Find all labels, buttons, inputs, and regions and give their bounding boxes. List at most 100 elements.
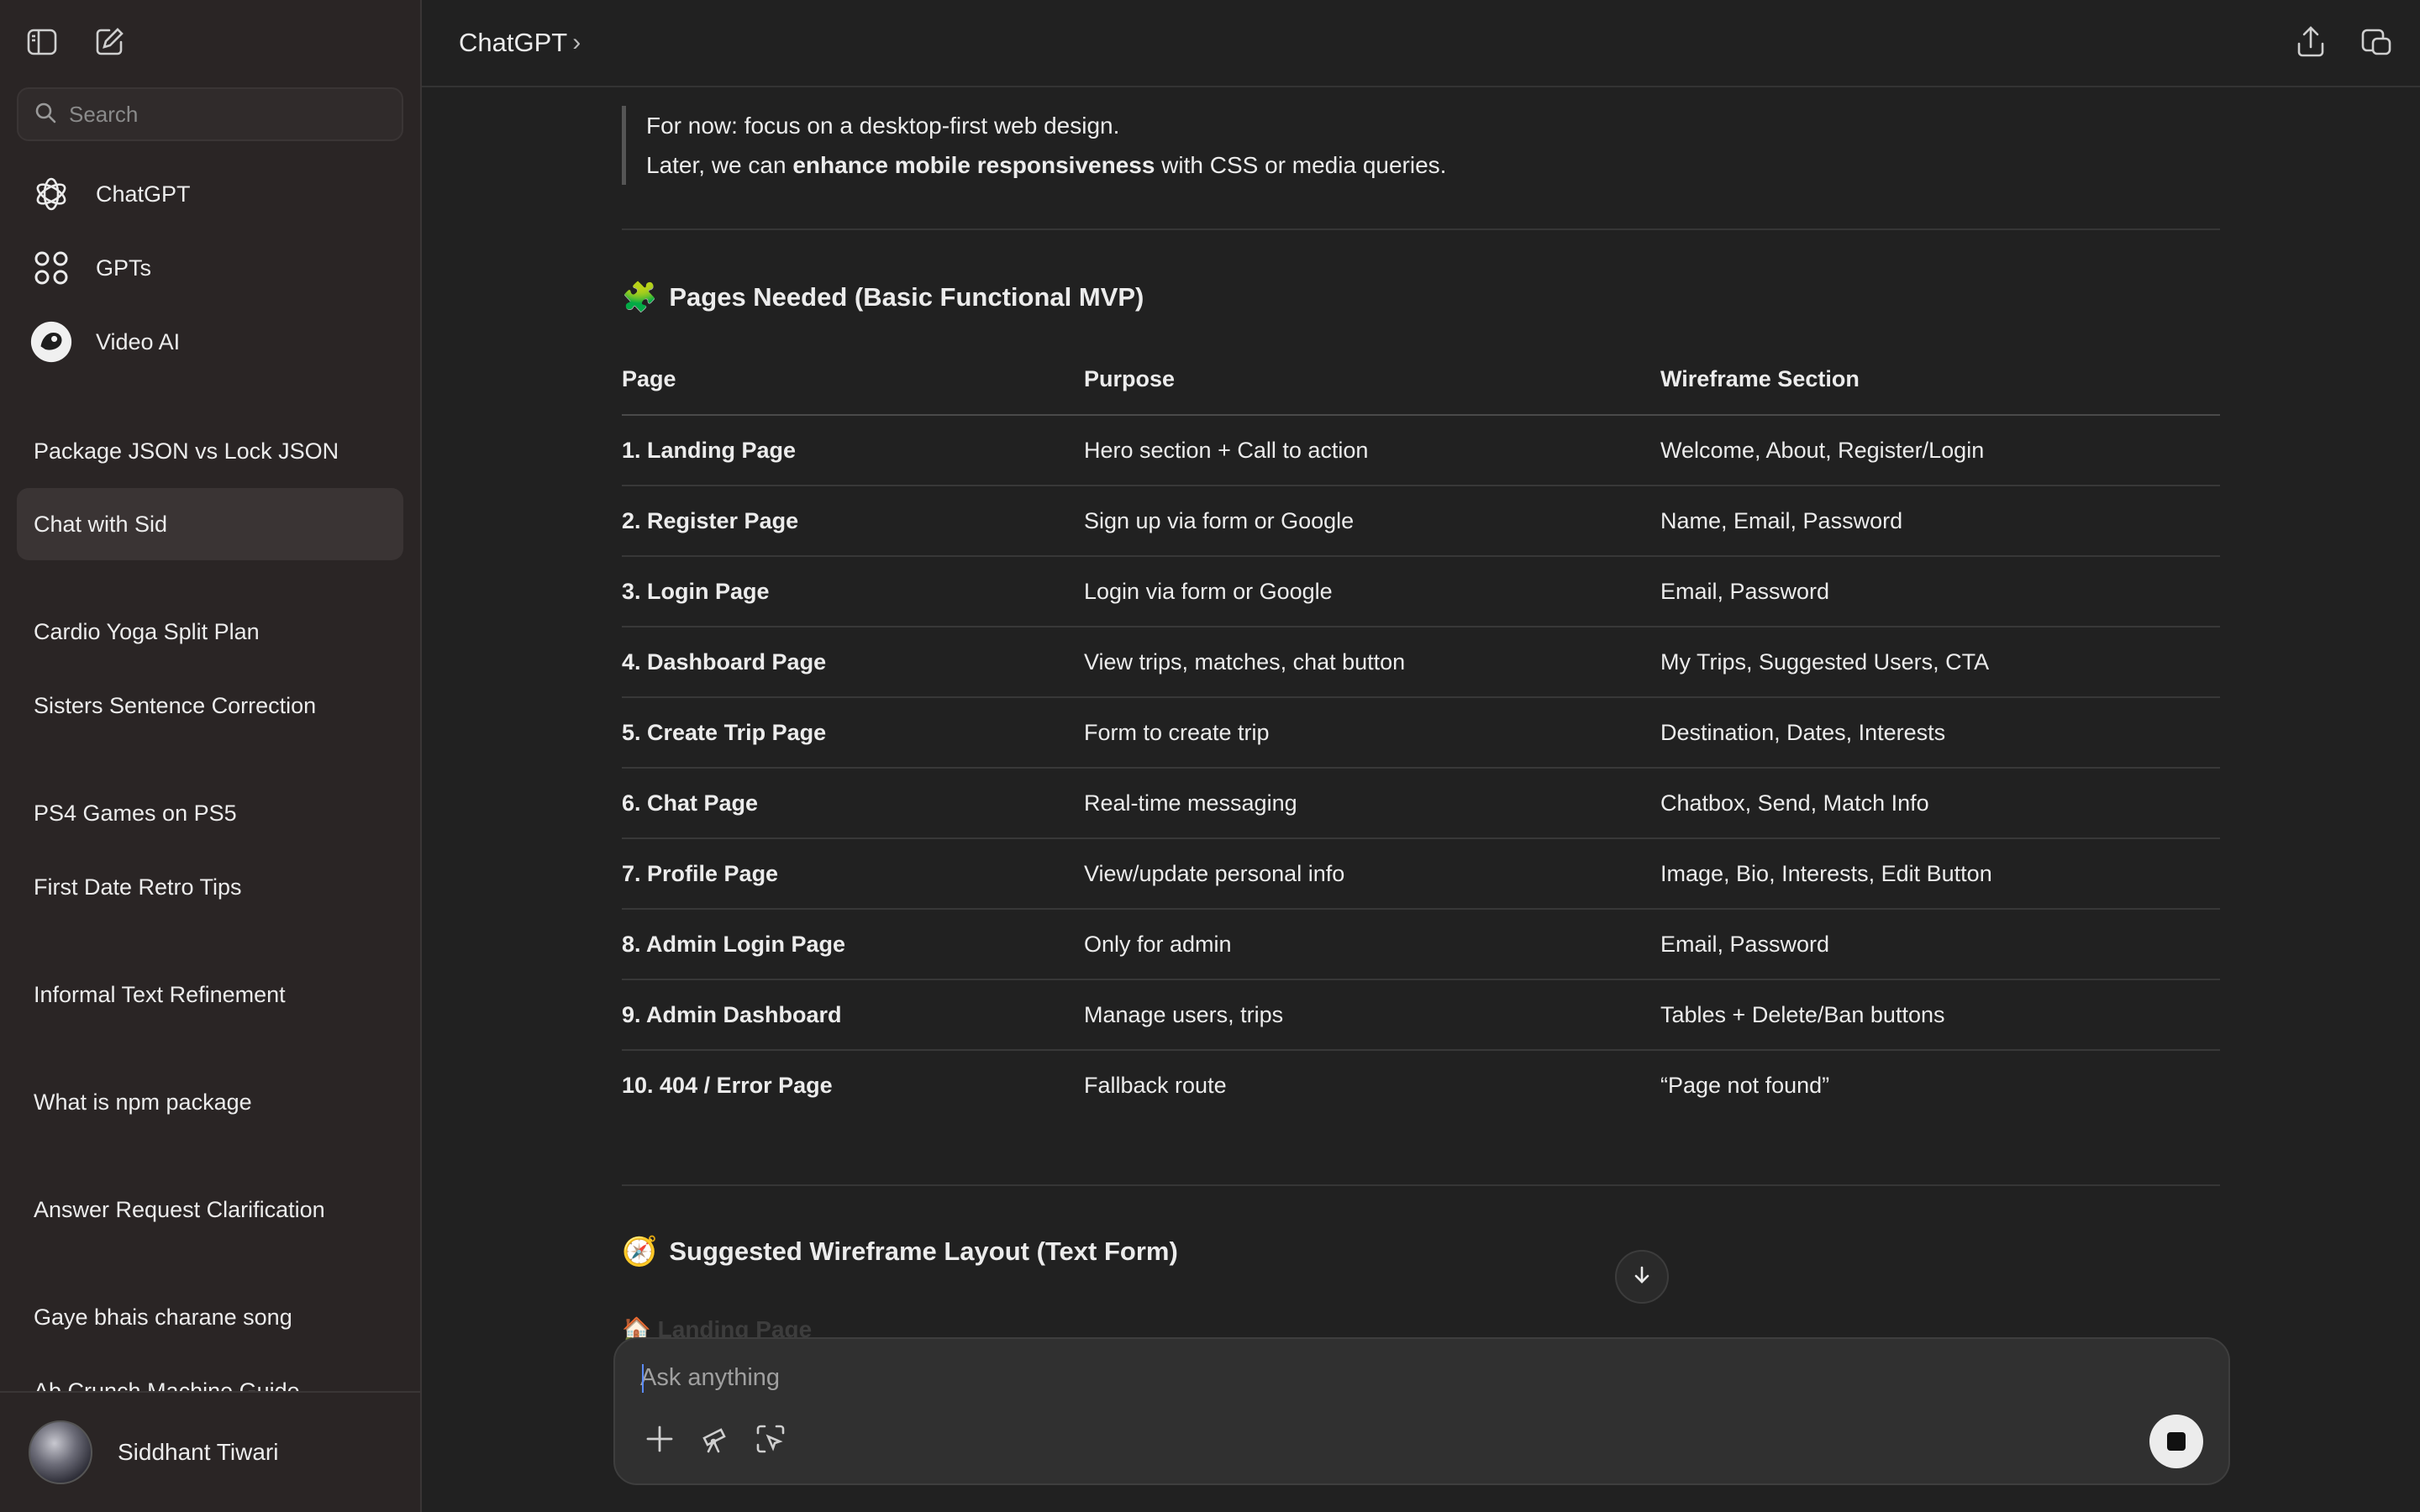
- table-row: 4. Dashboard Page View trips, matches, ch…: [622, 627, 2220, 698]
- top-bar: ChatGPT ›: [422, 0, 2420, 87]
- table-cell: 10. 404 / Error Page: [622, 1073, 833, 1098]
- stop-icon: [2167, 1432, 2186, 1451]
- chat-item[interactable]: Sisters Sentence Correction: [17, 669, 403, 742]
- telescope-icon[interactable]: [699, 1423, 731, 1459]
- column-header: Page: [622, 344, 1084, 416]
- table-cell: Chatbox, Send, Match Info: [1660, 768, 2220, 839]
- table-row: 8. Admin Login Page Only for admin Email, …: [622, 909, 2220, 980]
- table-row: 2. Register Page Sign up via form or Goog…: [622, 486, 2220, 557]
- table-cell: 5. Create Trip Page: [622, 697, 1084, 769]
- chevron-right-icon: ›: [572, 29, 581, 56]
- sidebar-item-label: ChatGPT: [96, 181, 191, 207]
- column-header: Wireframe Section: [1660, 344, 2220, 416]
- quote-line: For now: focus on a desktop-first web de…: [646, 113, 1120, 139]
- table-cell: Tables + Delete/Ban buttons: [1660, 979, 2220, 1051]
- table-cell: “Page not found”: [1660, 1073, 1830, 1098]
- sidebar: ChatGPT GPTs Video AI Package JSON vs Lo…: [0, 0, 422, 1512]
- chat-item[interactable]: What is npm package: [17, 1066, 403, 1138]
- section-heading: 🧩 Pages Needed (Basic Functional MVP): [622, 281, 1144, 314]
- sidebar-item-label: GPTs: [96, 255, 152, 281]
- sidebar-toolbar: [0, 0, 420, 87]
- table-cell: 7. Profile Page: [622, 838, 1084, 910]
- page-title: ChatGPT: [459, 28, 568, 57]
- column-header: Purpose: [1084, 344, 1660, 416]
- table-cell: Only for admin: [1084, 909, 1660, 980]
- table-row: 9. Admin Dashboard Manage users, trips Tab…: [622, 979, 2220, 1051]
- chat-item[interactable]: Answer Request Clarification: [17, 1173, 403, 1246]
- new-window-icon[interactable]: [2358, 24, 2395, 65]
- sidebar-item-chatgpt[interactable]: ChatGPT: [17, 160, 403, 228]
- table-row: 3. Login Page Login via form or Google Ema…: [622, 556, 2220, 627]
- table-header-row: Page Purpose Wireframe Section: [622, 344, 2220, 416]
- quote-text: Later, we can: [646, 152, 793, 178]
- table-cell: Sign up via form or Google: [1084, 486, 1660, 557]
- table-cell: Form to create trip: [1084, 697, 1660, 769]
- chat-item[interactable]: Package JSON vs Lock JSON: [17, 415, 403, 487]
- chat-item[interactable]: PS4 Games on PS5: [17, 777, 403, 849]
- arrow-down-icon: [1631, 1264, 1653, 1290]
- table-row: 5. Create Trip Page Form to create trip De…: [622, 697, 2220, 769]
- stop-button[interactable]: [2149, 1415, 2203, 1468]
- table-cell: View/update personal info: [1084, 838, 1660, 910]
- table-row: 6. Chat Page Real-time messaging Chatbox, …: [622, 768, 2220, 839]
- search-input[interactable]: [69, 101, 388, 128]
- chat-item-active[interactable]: Chat with Sid: [17, 488, 403, 560]
- table-cell: 3. Login Page: [622, 556, 1084, 627]
- grid-icon: [30, 247, 72, 289]
- compass-icon: 🧭: [622, 1236, 658, 1268]
- scroll-to-bottom-button[interactable]: [1615, 1250, 1669, 1304]
- screen-select-icon[interactable]: [755, 1423, 786, 1459]
- chat-item[interactable]: Cardio Yoga Split Plan: [17, 596, 403, 668]
- puzzle-icon: 🧩: [622, 281, 658, 313]
- sidebar-item-label: Video AI: [96, 328, 181, 354]
- section-title: Pages Needed (Basic Functional MVP): [669, 282, 1144, 312]
- table-row: 1. Landing Page Hero section + Call to ac…: [622, 415, 2220, 486]
- avatar: [29, 1420, 92, 1484]
- table-cell: Manage users, trips: [1084, 979, 1660, 1051]
- sidebar-item-gpts[interactable]: GPTs: [17, 234, 403, 302]
- new-chat-icon[interactable]: [92, 25, 126, 63]
- quote-line: Later, we can enhance mobile responsiven…: [646, 145, 1446, 185]
- table-cell: Destination, Dates, Interests: [1660, 697, 2220, 769]
- quote-text: with CSS or media queries.: [1155, 152, 1447, 178]
- prompt-input[interactable]: [640, 1357, 2069, 1398]
- model-selector[interactable]: ChatGPT ›: [459, 28, 581, 58]
- chat-item[interactable]: Gaye bhais charane song: [17, 1281, 403, 1353]
- openai-logo-icon: [30, 173, 72, 215]
- divider: [622, 228, 2220, 230]
- section-title: Suggested Wireframe Layout (Text Form): [669, 1236, 1178, 1266]
- table-cell: Real-time messaging: [1084, 768, 1660, 839]
- search-box[interactable]: [17, 87, 403, 141]
- table-cell: Image, Bio, Interests, Edit Button: [1660, 838, 2220, 910]
- pages-table: Page Purpose Wireframe Section 1. Landin…: [622, 344, 2220, 1121]
- table-cell: View trips, matches, chat button: [1084, 627, 1660, 698]
- plus-icon[interactable]: [644, 1423, 676, 1459]
- user-profile[interactable]: Siddhant Tiwari: [0, 1391, 420, 1512]
- chat-item[interactable]: First Date Retro Tips: [17, 851, 403, 923]
- table-cell: Hero section + Call to action: [1084, 415, 1660, 486]
- chat-item[interactable]: Informal Text Refinement: [17, 958, 403, 1031]
- table-cell: 8. Admin Login Page: [622, 909, 1084, 980]
- user-name: Siddhant Tiwari: [118, 1439, 279, 1465]
- search-icon: [34, 101, 57, 129]
- sidebar-item-video-ai[interactable]: Video AI: [17, 308, 403, 375]
- table-cell: 2. Register Page: [622, 486, 1084, 557]
- video-ai-icon: [30, 321, 72, 363]
- table-cell: Name, Email, Password: [1660, 486, 2220, 557]
- table-cell: Fallback route: [1084, 1073, 1227, 1098]
- table-cell: My Trips, Suggested Users, CTA: [1660, 627, 2220, 698]
- table-cell: Email, Password: [1660, 909, 2220, 980]
- table-cell: Login via form or Google: [1084, 556, 1660, 627]
- toggle-sidebar-icon[interactable]: [25, 25, 59, 63]
- table-cell: Welcome, About, Register/Login: [1660, 415, 2220, 486]
- text-caret: [642, 1364, 644, 1393]
- table-cell: 4. Dashboard Page: [622, 627, 1084, 698]
- quote-bold-text: enhance mobile responsiveness: [792, 152, 1155, 178]
- divider: [622, 1184, 2220, 1186]
- section-heading: 🧭 Suggested Wireframe Layout (Text Form): [622, 1235, 1178, 1268]
- share-icon[interactable]: [2292, 24, 2329, 65]
- composer: [613, 1337, 2230, 1485]
- table-cell: 6. Chat Page: [622, 768, 1084, 839]
- table-cell: Email, Password: [1660, 556, 2220, 627]
- blockquote: For now: focus on a desktop-first web de…: [622, 106, 1446, 185]
